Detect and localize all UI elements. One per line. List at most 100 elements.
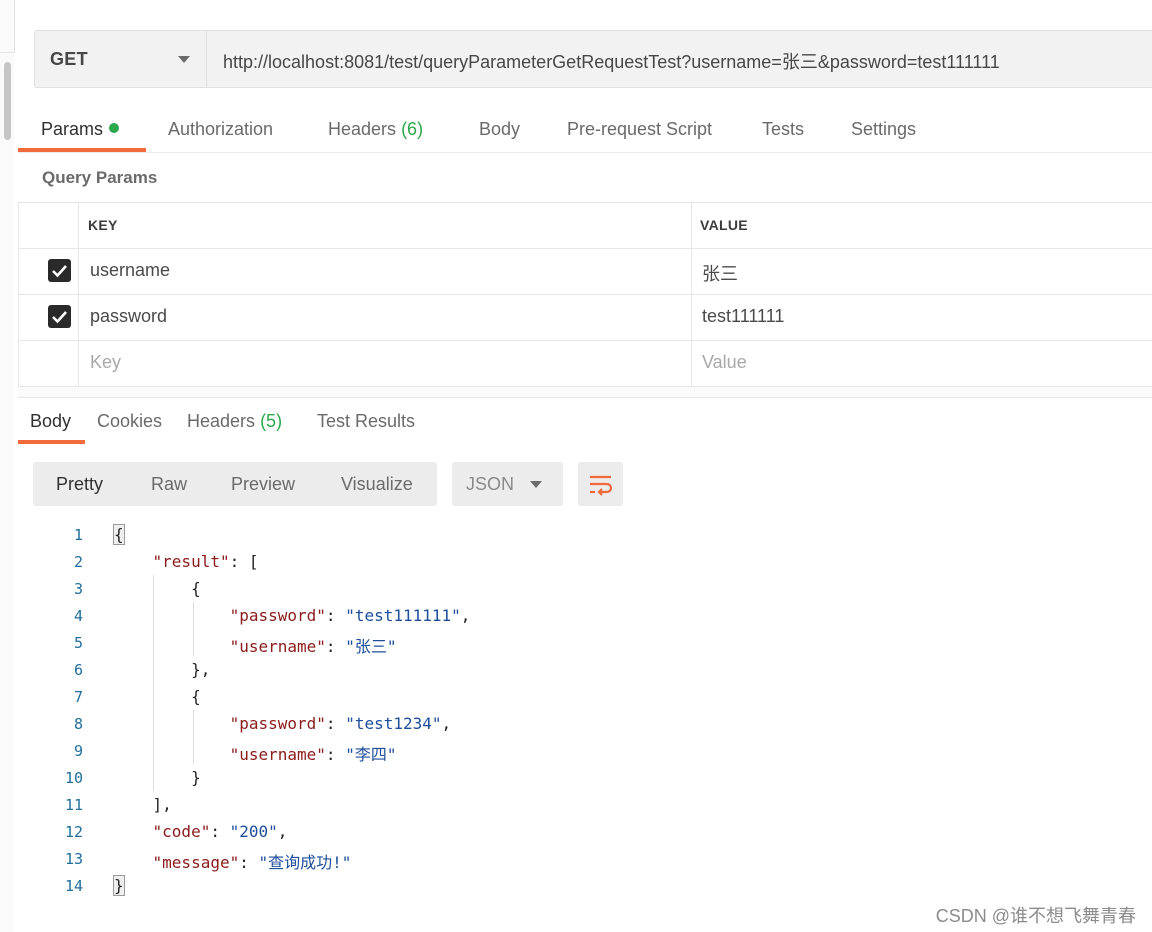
response-tab-body[interactable]: Body [30, 411, 71, 432]
code-line: 14 } [0, 872, 1152, 899]
active-response-tab-underline [18, 440, 85, 444]
table-border [18, 203, 19, 387]
method-label: GET [50, 49, 88, 69]
param-key-cell[interactable]: username [90, 260, 170, 281]
code-line: 5 "username": "张三" [0, 629, 1152, 656]
response-tab-cookies-label: Cookies [97, 411, 163, 431]
line-number: 9 [73, 742, 83, 760]
code-text: ], [114, 795, 172, 814]
param-value-cell[interactable]: 张三 [702, 260, 738, 286]
tab-body[interactable]: Body [479, 119, 520, 140]
response-tab-headers[interactable]: Headers (5) [187, 411, 282, 432]
line-number: 4 [73, 607, 83, 625]
tab-prerequest-label: Pre-request Script [567, 119, 713, 139]
table-border [18, 202, 1152, 203]
code-line: 4 "password": "test111111", [0, 602, 1152, 629]
headers-count: (6) [401, 119, 424, 139]
line-number: 7 [73, 688, 83, 706]
line-number: 13 [64, 850, 83, 868]
chevron-down-icon [178, 56, 190, 63]
code-text: { [114, 687, 201, 706]
line-number: 11 [64, 796, 83, 814]
code-line: 6 }, [0, 656, 1152, 683]
code-text: { [114, 579, 201, 598]
code-text: }, [114, 660, 211, 679]
tab-params[interactable]: Params [41, 119, 120, 140]
response-headers-count: (5) [260, 411, 283, 431]
column-header-value: VALUE [700, 217, 748, 233]
code-line: 8 "password": "test1234", [0, 710, 1152, 737]
tab-authorization[interactable]: Authorization [168, 119, 273, 140]
code-text: "result": [ [152, 552, 259, 571]
code-line: 1 { [0, 521, 1152, 548]
mode-visualize-button[interactable]: Visualize [341, 474, 413, 495]
tab-headers-label: Headers [328, 119, 397, 139]
scrollbar[interactable] [4, 62, 11, 140]
tab-settings[interactable]: Settings [851, 119, 916, 140]
code-text: } [113, 875, 125, 896]
tab-settings-label: Settings [851, 119, 917, 139]
param-key-cell[interactable]: password [90, 306, 167, 327]
tab-authorization-label: Authorization [168, 119, 274, 139]
code-line: 11 ], [0, 791, 1152, 818]
code-line: 10 } [0, 764, 1152, 791]
format-select[interactable]: JSON [452, 462, 563, 506]
format-label: JSON [466, 474, 515, 494]
code-text: "message": "查询成功!" [152, 853, 352, 872]
response-tab-test-results-label: Test Results [317, 411, 416, 431]
code-line: 7 { [0, 683, 1152, 710]
tabs-divider [18, 152, 1152, 153]
view-mode-group: Pretty Raw Preview Visualize [33, 462, 437, 506]
code-line: 3 { [0, 575, 1152, 602]
column-header-key: KEY [88, 217, 118, 233]
chevron-down-icon [530, 481, 542, 488]
code-line: 9 "username": "李四" [0, 737, 1152, 764]
code-line: 13 "message": "查询成功!" [0, 845, 1152, 872]
line-number: 6 [73, 661, 83, 679]
code-text: } [114, 768, 201, 787]
checkmark-icon [52, 265, 67, 278]
table-border [18, 340, 1152, 341]
table-border [691, 203, 692, 387]
mode-preview-button[interactable]: Preview [231, 474, 295, 495]
active-dot-icon [109, 123, 120, 133]
new-value-input[interactable]: Value [702, 352, 747, 373]
line-number: 5 [73, 634, 83, 652]
watermark: CSDN @谁不想飞舞青春 [935, 906, 1136, 926]
code-line: 12 "code": "200", [0, 818, 1152, 845]
url-input[interactable]: http://localhost:8081/test/queryParamete… [206, 30, 1152, 88]
response-tab-headers-label: Headers [187, 411, 256, 431]
param-value-cell[interactable]: test111111 [702, 306, 784, 327]
tab-headers[interactable]: Headers (6) [328, 119, 423, 140]
line-number: 8 [73, 715, 83, 733]
response-tab-body-label: Body [30, 411, 72, 431]
tab-body-label: Body [479, 119, 521, 139]
left-edge-stub [0, 0, 15, 53]
line-number: 1 [73, 526, 83, 544]
tab-prerequest-script[interactable]: Pre-request Script [567, 119, 712, 140]
url-text: http://localhost:8081/test/queryParamete… [223, 52, 1000, 72]
code-line: 2 "result": [ [0, 548, 1152, 575]
line-number: 12 [64, 823, 83, 841]
mode-raw-button[interactable]: Raw [151, 474, 187, 495]
table-border [18, 248, 1152, 249]
checkmark-icon [52, 311, 67, 324]
line-number: 3 [73, 580, 83, 598]
new-key-input[interactable]: Key [90, 352, 121, 373]
response-tab-test-results[interactable]: Test Results [317, 411, 415, 432]
code-text: "username": "李四" [229, 745, 397, 764]
code-text: "password": "test111111", [229, 606, 471, 625]
line-number: 14 [64, 877, 83, 895]
method-select[interactable]: GET [34, 30, 206, 88]
tab-tests[interactable]: Tests [762, 119, 804, 140]
code-text: "username": "张三" [229, 637, 397, 656]
mode-pretty-button[interactable]: Pretty [56, 474, 103, 495]
query-params-title: Query Params [42, 168, 158, 187]
tab-params-label: Params [41, 119, 104, 139]
wrap-lines-button[interactable] [578, 462, 623, 506]
param-checkbox[interactable] [48, 259, 71, 282]
param-checkbox[interactable] [48, 305, 71, 328]
table-border [78, 203, 79, 387]
response-tab-cookies[interactable]: Cookies [97, 411, 162, 432]
tab-tests-label: Tests [762, 119, 805, 139]
